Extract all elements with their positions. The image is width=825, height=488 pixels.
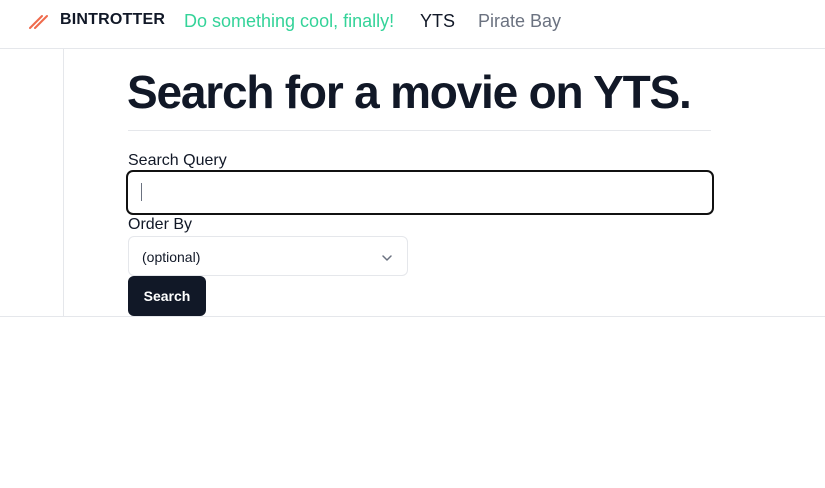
order-by-selected-value: (optional) [142, 249, 201, 265]
nav-link-pirate-bay[interactable]: Pirate Bay [478, 10, 561, 32]
order-by-label: Order By [128, 216, 193, 233]
nav-link-yts[interactable]: YTS [420, 10, 455, 32]
top-navigation-bar: BINTROTTER Do something cool, finally! Y… [0, 0, 825, 49]
brand-name: BINTROTTER [60, 11, 166, 28]
brand-link[interactable]: BINTROTTER [28, 10, 165, 30]
order-by-select[interactable]: (optional) [128, 236, 408, 276]
section-divider [0, 316, 64, 317]
nav-tagline-link[interactable]: Do something cool, finally! [184, 10, 394, 32]
slash-logo-icon [28, 10, 48, 30]
chevron-down-icon [381, 251, 393, 269]
page-title: Search for a movie on YTS. [127, 66, 692, 118]
search-query-input[interactable] [126, 170, 714, 215]
search-query-label: Search Query [128, 152, 227, 169]
text-caret [141, 183, 142, 201]
search-button[interactable]: Search [128, 276, 206, 316]
title-divider [128, 130, 711, 131]
